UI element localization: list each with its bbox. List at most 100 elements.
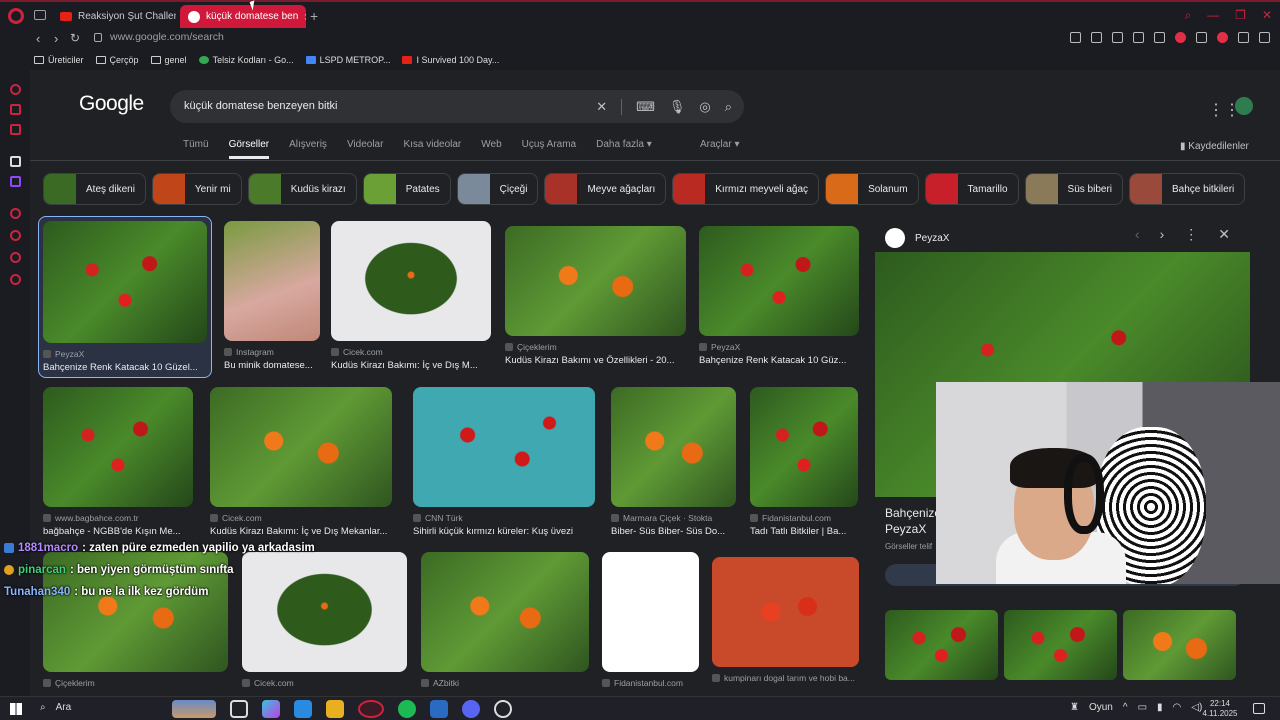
tab-short-videos[interactable]: Kısa videolar — [403, 139, 461, 159]
search-input[interactable]: küçük domatese benzeyen bitki — [184, 100, 337, 112]
chip[interactable]: Patates — [362, 173, 451, 205]
chip[interactable]: Tamarillo — [924, 173, 1019, 205]
chip[interactable]: Süs biberi — [1024, 173, 1124, 205]
opera-gx-icon[interactable] — [358, 700, 384, 718]
close-icon[interactable]: × — [304, 10, 306, 24]
network-icon[interactable]: ▭ — [1138, 702, 1147, 713]
bookmark-item[interactable]: Çerçöp — [95, 55, 139, 65]
keyboard-icon[interactable]: ⌨ — [636, 99, 655, 115]
chip[interactable]: Yenir mi — [151, 173, 242, 205]
preview-title[interactable]: Bahçenize PeyzaX — [885, 505, 941, 537]
reload-icon[interactable]: ↻ — [70, 31, 80, 45]
tab-images[interactable]: Görseller — [228, 139, 270, 159]
image-result[interactable]: www.bagbahce.com.tr bağbahçe - NGBB'de K… — [43, 387, 193, 537]
search-box[interactable]: küçük domatese benzeyen bitki ✕ ⌨ 🎙 ◎ ⌕ — [170, 90, 744, 123]
forward-icon[interactable]: › — [54, 31, 58, 46]
minimize-button[interactable]: — — [1207, 8, 1219, 23]
bookmark-item[interactable]: Üreticiler — [34, 55, 84, 65]
tab-videos[interactable]: Videolar — [347, 139, 384, 159]
explorer-icon[interactable] — [326, 700, 344, 718]
image-result-selected[interactable]: PeyzaX Bahçenize Renk Katacak 10 Güzel..… — [38, 216, 212, 378]
tools-button[interactable]: Araçlar ▾ — [700, 139, 739, 150]
search-tabs-icon[interactable]: ⌕ — [1184, 8, 1191, 23]
windows-start-icon[interactable] — [10, 703, 22, 715]
back-icon[interactable]: ‹ — [36, 31, 40, 46]
vpn-icon[interactable] — [1217, 32, 1228, 43]
chevron-right-icon[interactable]: › — [1160, 226, 1165, 243]
task-view-icon[interactable] — [230, 700, 248, 718]
tab-shopping[interactable]: Alışveriş — [289, 139, 327, 159]
image-result[interactable]: Instagram Bu minik domatese... — [224, 221, 320, 371]
aria-icon[interactable] — [10, 84, 21, 95]
app-icon[interactable] — [430, 700, 448, 718]
tab-all[interactable]: Tümü — [183, 139, 209, 159]
tab-flights[interactable]: Uçuş Arama — [522, 139, 576, 159]
image-result[interactable]: kumpinarı dogal tarım ve hobi ba... — [712, 557, 859, 683]
related-thumbnail[interactable] — [1004, 610, 1117, 680]
store-icon[interactable] — [294, 700, 312, 718]
chevron-up-icon[interactable]: ^ — [1123, 702, 1128, 713]
bookmark-item[interactable]: genel — [150, 55, 187, 65]
bookmark-item[interactable]: LSPD METROP... — [305, 55, 390, 65]
cube-icon[interactable] — [10, 252, 21, 263]
discord-icon[interactable] — [462, 700, 480, 718]
image-result[interactable]: Fidanistanbul.com Tadı Tatlı Bitkiler | … — [750, 387, 858, 537]
wifi-icon[interactable]: ◠ — [1173, 702, 1182, 713]
google-logo[interactable]: Google — [79, 92, 144, 116]
player-icon[interactable] — [10, 208, 21, 219]
chevron-left-icon[interactable]: ‹ — [1135, 226, 1140, 243]
related-thumbnail[interactable] — [885, 610, 998, 680]
close-icon[interactable]: ✕ — [1218, 226, 1230, 243]
heart-icon[interactable] — [1133, 32, 1144, 43]
chip[interactable]: Ateş dikeni — [43, 173, 146, 205]
related-thumbnail[interactable] — [1123, 610, 1236, 680]
search-icon[interactable]: ⌕ — [725, 99, 732, 115]
bookmark-item[interactable]: Telsiz Kodları - Go... — [198, 55, 294, 65]
clock[interactable]: 22:14 4.11.2025 — [1200, 699, 1240, 719]
extension-icon[interactable] — [1175, 32, 1186, 43]
chat-icon[interactable] — [10, 124, 21, 135]
game-label[interactable]: Oyun — [1089, 702, 1113, 713]
bookmark-item[interactable]: I Survived 100 Day... — [402, 55, 499, 65]
messenger-icon[interactable] — [10, 104, 21, 115]
menu-icon[interactable] — [1259, 32, 1270, 43]
new-tab-button[interactable]: + — [310, 8, 318, 24]
chip[interactable]: Meyve ağaçları — [544, 173, 667, 205]
steam-icon[interactable] — [494, 700, 512, 718]
image-result[interactable]: Fidanistanbul.com — [602, 552, 699, 688]
tab-youtube[interactable]: Reaksiyon Şut Challenge! × — [52, 5, 176, 28]
image-result[interactable]: Cicek.com Kudüs Kirazı Bakımı: İç ve Dış… — [210, 387, 392, 537]
history-icon[interactable] — [10, 230, 21, 241]
chip[interactable]: Bahçe bitkileri — [1129, 173, 1246, 205]
play-icon[interactable] — [1112, 32, 1123, 43]
image-result[interactable]: PeyzaX Bahçenize Renk Katacak 10 Güz... — [699, 226, 859, 366]
ai-icon[interactable] — [10, 156, 21, 167]
workspaces-icon[interactable] — [34, 10, 46, 20]
notification-icon[interactable] — [1253, 703, 1265, 714]
saved-button[interactable]: ▮ Kaydedilenler — [1180, 141, 1249, 152]
chip[interactable]: Kudüs kirazı — [247, 173, 357, 205]
microphone-icon[interactable]: 🎙 — [669, 99, 686, 115]
microphone-icon[interactable]: ▮ — [1157, 702, 1163, 713]
copilot-icon[interactable] — [262, 700, 280, 718]
taskbar-search[interactable]: ⌕ Ara — [40, 702, 71, 713]
url-field[interactable]: www.google.com/search — [110, 31, 224, 43]
chip[interactable]: Solanum — [825, 173, 919, 205]
download-icon[interactable] — [1238, 32, 1249, 43]
spotify-icon[interactable] — [398, 700, 416, 718]
pin-icon[interactable] — [1070, 32, 1081, 43]
image-result[interactable]: Cicek.com Kudüs Kirazı Bakımı: İç ve Dış… — [331, 221, 491, 371]
image-result[interactable]: Çiçeklerim Kudüs Kirazı Bakımı ve Özelli… — [505, 226, 686, 366]
settings-icon[interactable] — [10, 274, 21, 285]
chip[interactable]: Kırmızı meyveli ağaç — [672, 173, 820, 205]
box-icon[interactable] — [1154, 32, 1165, 43]
opera-logo-icon[interactable] — [8, 8, 24, 24]
lens-icon[interactable]: ◎ — [699, 99, 710, 115]
avatar[interactable] — [1235, 97, 1253, 115]
more-icon[interactable]: ⋮ — [1184, 226, 1198, 243]
tab-web[interactable]: Web — [481, 139, 501, 159]
tab-more[interactable]: Daha fazla ▾ — [596, 139, 652, 159]
image-result[interactable]: CNN Türk Sihirli küçük kırmızı küreler: … — [413, 387, 595, 537]
chip[interactable]: Çiçeği — [456, 173, 539, 205]
image-result[interactable]: AZbitki — [421, 552, 589, 688]
